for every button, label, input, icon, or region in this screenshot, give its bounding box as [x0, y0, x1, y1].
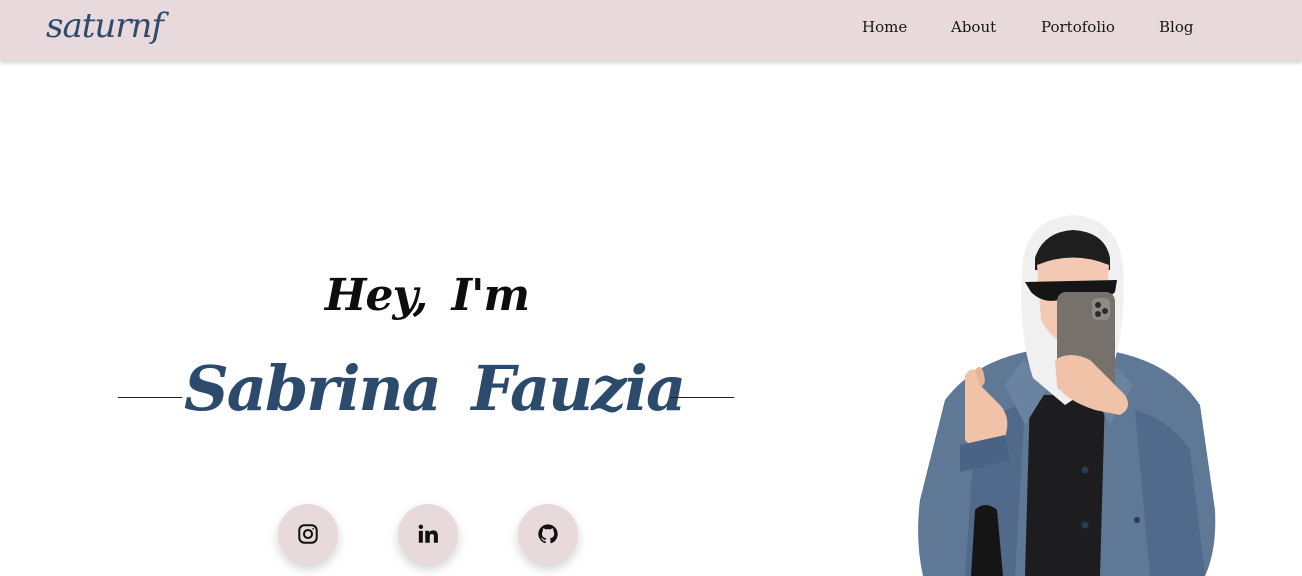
nav-menu: Home About Portofolio Blog — [0, 0, 1302, 61]
name-divider-left — [118, 397, 182, 398]
navbar: saturnf Home About Portofolio Blog — [0, 0, 1302, 61]
nav-link-portfolio[interactable]: Portofolio — [1041, 18, 1115, 36]
instagram-icon — [297, 523, 319, 545]
linkedin-icon — [417, 523, 439, 545]
instagram-button[interactable] — [278, 504, 338, 564]
hero-greeting: Hey, I'm — [324, 270, 530, 321]
hero-name-row: Sabrina Fauzia — [118, 352, 734, 442]
linkedin-button[interactable] — [398, 504, 458, 564]
nav-link-blog[interactable]: Blog — [1159, 18, 1193, 36]
hero-name: Sabrina Fauzia — [184, 352, 686, 425]
nav-link-about[interactable]: About — [951, 18, 996, 36]
nav-link-home[interactable]: Home — [862, 18, 907, 36]
hero-illustration — [905, 210, 1225, 576]
name-divider-right — [670, 397, 734, 398]
github-icon — [537, 523, 559, 545]
github-button[interactable] — [518, 504, 578, 564]
